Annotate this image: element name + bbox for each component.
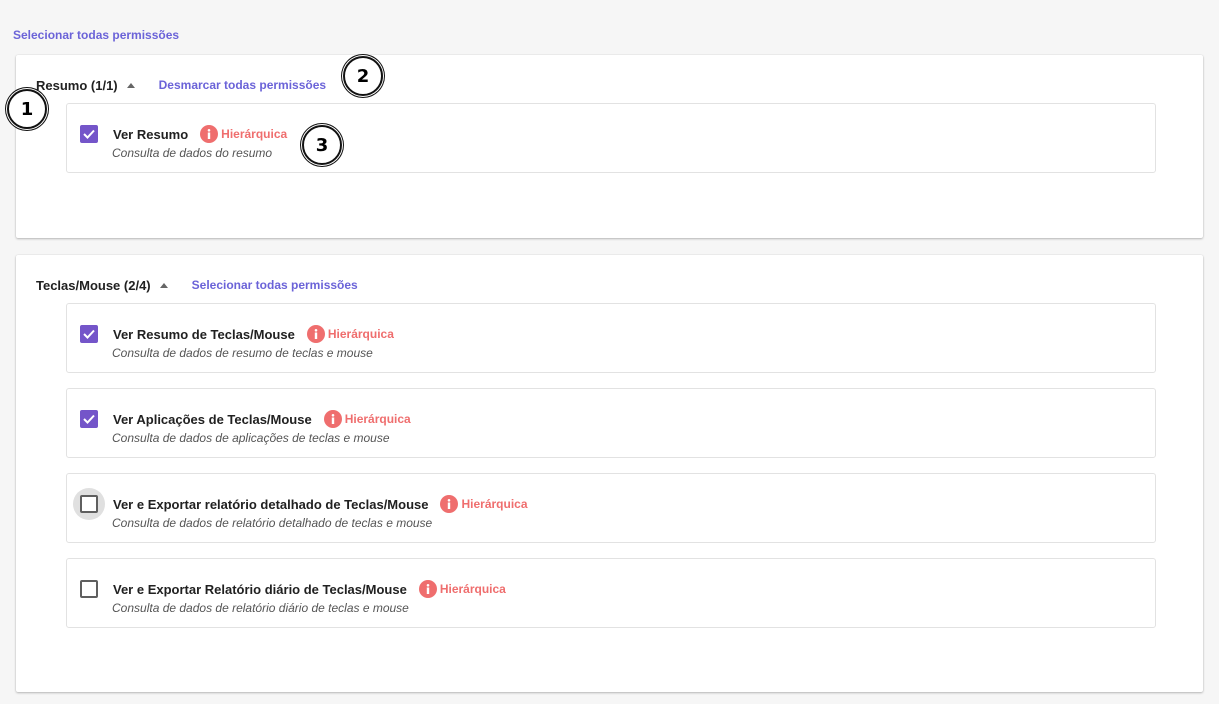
hierarchy-badge: Hierárquica xyxy=(461,497,528,511)
permission-description: Consulta de dados de relatório diário de… xyxy=(112,601,409,615)
permission-item: Ver e Exportar Relatório diário de Tecla… xyxy=(66,558,1156,628)
permission-title-row: Ver Resumo Hierárquica xyxy=(113,124,287,144)
caret-up-icon[interactable] xyxy=(159,283,168,288)
section-header: Teclas/Mouse (2/4) Selecionar todas perm… xyxy=(36,277,358,293)
permission-title: Ver e Exportar Relatório diário de Tecla… xyxy=(113,581,407,597)
permission-checkbox[interactable] xyxy=(73,403,105,435)
permission-title: Ver Resumo xyxy=(113,126,189,142)
permission-checkbox[interactable] xyxy=(73,488,105,520)
info-icon[interactable] xyxy=(323,410,342,428)
hierarchy-badge: Hierárquica xyxy=(327,327,394,341)
select-all-permissions-link[interactable]: Selecionar todas permissões xyxy=(192,278,358,292)
permission-checkbox[interactable] xyxy=(73,118,105,150)
unselect-all-permissions-link[interactable]: Desmarcar todas permissões xyxy=(159,78,326,92)
permission-title: Ver Resumo de Teclas/Mouse xyxy=(113,326,295,342)
section-title: Resumo (1/1) xyxy=(36,77,118,93)
permission-description: Consulta de dados do resumo xyxy=(112,146,273,160)
permission-checkbox[interactable] xyxy=(73,318,105,350)
permission-checkbox[interactable] xyxy=(73,573,105,605)
permission-description: Consulta de dados de aplicações de tecla… xyxy=(112,431,390,445)
info-icon[interactable] xyxy=(418,580,437,598)
check-icon xyxy=(83,129,95,139)
section-teclas-mouse: Teclas/Mouse (2/4) Selecionar todas perm… xyxy=(16,255,1203,692)
info-icon[interactable] xyxy=(200,125,219,143)
permission-title-row: Ver Resumo de Teclas/Mouse Hierárquica xyxy=(113,324,394,344)
permission-item: Ver Aplicações de Teclas/Mouse Hierárqui… xyxy=(66,388,1156,458)
hierarchy-badge: Hierárquica xyxy=(344,412,411,426)
permission-title-row: Ver e Exportar relatório detalhado de Te… xyxy=(113,494,528,514)
section-title: Teclas/Mouse (2/4) xyxy=(36,277,151,293)
section-header: Resumo (1/1) Desmarcar todas permissões xyxy=(36,77,326,93)
permission-title: Ver e Exportar relatório detalhado de Te… xyxy=(113,496,429,512)
info-icon[interactable] xyxy=(440,495,459,513)
check-icon xyxy=(83,329,95,339)
hierarchy-badge: Hierárquica xyxy=(221,127,288,141)
caret-up-icon[interactable] xyxy=(126,83,135,88)
permission-item: Ver e Exportar relatório detalhado de Te… xyxy=(66,473,1156,543)
check-icon xyxy=(83,414,95,424)
checkbox-checked xyxy=(80,325,98,343)
permission-title-row: Ver e Exportar Relatório diário de Tecla… xyxy=(113,579,506,599)
info-icon[interactable] xyxy=(306,325,325,343)
permission-title-row: Ver Aplicações de Teclas/Mouse Hierárqui… xyxy=(113,409,411,429)
annotation-marker-1: 1 xyxy=(7,89,47,129)
hierarchy-badge: Hierárquica xyxy=(439,582,506,596)
annotation-marker-2: 2 xyxy=(343,56,383,96)
annotation-marker-3: 3 xyxy=(302,125,342,165)
section-resumo: Resumo (1/1) Desmarcar todas permissões … xyxy=(16,55,1203,238)
checkbox-checked xyxy=(80,410,98,428)
permission-item: Ver Resumo Hierárquica Consulta de dados… xyxy=(66,103,1156,173)
permission-item: Ver Resumo de Teclas/Mouse Hierárquica C… xyxy=(66,303,1156,373)
permission-title: Ver Aplicações de Teclas/Mouse xyxy=(113,411,312,427)
select-all-permissions-link[interactable]: Selecionar todas permissões xyxy=(13,28,179,42)
checkbox-unchecked xyxy=(80,580,98,598)
checkbox-unchecked xyxy=(80,495,98,513)
permission-description: Consulta de dados de resumo de teclas e … xyxy=(112,346,373,360)
permission-description: Consulta de dados de relatório detalhado… xyxy=(112,516,433,530)
checkbox-checked xyxy=(80,125,98,143)
